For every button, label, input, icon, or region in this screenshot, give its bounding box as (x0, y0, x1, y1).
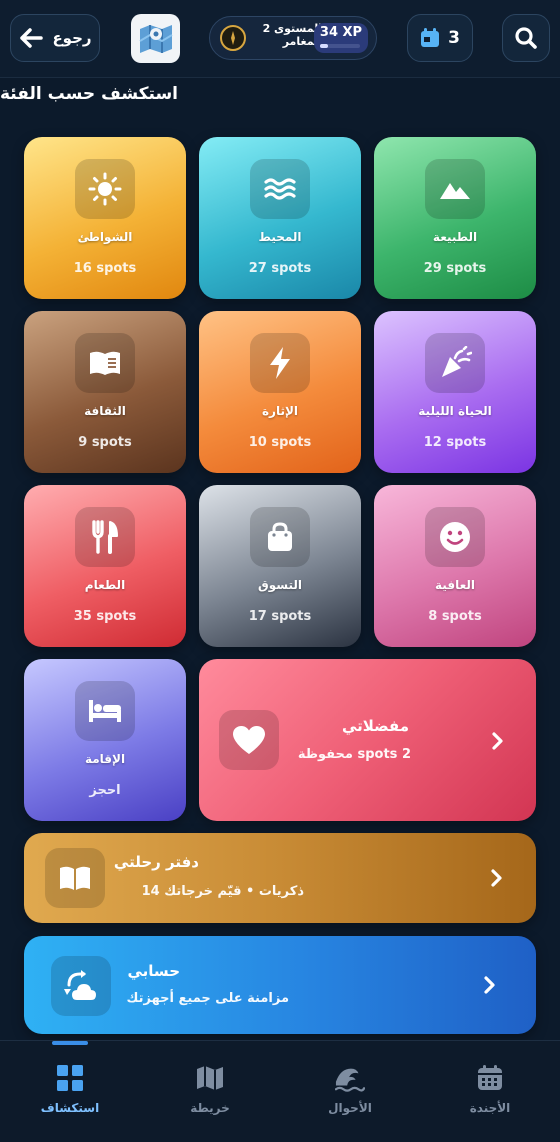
search-button[interactable] (502, 14, 550, 62)
calendar-icon (421, 28, 440, 47)
nav-explore[interactable]: استكشاف (15, 1063, 125, 1115)
xp-progress-bar (320, 44, 360, 48)
nav-label: الأجندة (469, 1101, 511, 1115)
category-count: 12 spots (423, 435, 487, 450)
category-tile-beaches[interactable]: الشواطئ 16 spots (24, 137, 186, 299)
section-title: استكشف حسب الفئة (0, 84, 178, 104)
account-subtitle: مزامنة على جميع أجهزتك (126, 991, 290, 1006)
level-progress-pill[interactable]: المستوى 2 المغامر 34 XP (209, 16, 377, 60)
category-name: الطبيعة (432, 230, 478, 244)
category-name: الطعام (84, 578, 126, 592)
travel-journal-card[interactable]: دفتر رحلتي ذكريات • قيّم خرجاتك 14 (24, 833, 536, 923)
nav-label: خريطة (190, 1101, 230, 1115)
lightning-icon (250, 333, 310, 393)
xp-progress-fill (320, 44, 328, 48)
compass-icon (220, 25, 246, 51)
category-tile-thrill[interactable]: الإثارة 10 spots (199, 311, 361, 473)
bed-icon (75, 681, 135, 741)
category-count: 9 spots (78, 435, 132, 450)
category-count: 8 spots (428, 609, 482, 624)
nav-map[interactable]: خريطة (155, 1063, 265, 1115)
mountain-icon (425, 159, 485, 219)
journal-subtitle: ذكريات • قيّم خرجاتك 14 (141, 884, 304, 899)
chevron-right-icon (492, 732, 503, 750)
open-book-icon (45, 848, 105, 908)
category-name: الإثارة (261, 404, 299, 418)
category-count: 35 spots (73, 609, 137, 624)
category-name: الإقامة (84, 752, 126, 766)
xp-value: 34 XP (319, 25, 363, 40)
active-tab-indicator (52, 1041, 88, 1045)
nav-label: الأحوال (328, 1101, 372, 1115)
arrow-left-icon (20, 28, 44, 48)
map-icon (195, 1063, 225, 1093)
category-tile-nightlife[interactable]: الحياة الليلية 12 spots (374, 311, 536, 473)
favorites-subtitle: 2 spots محفوظة (297, 747, 411, 762)
chevron-right-icon (484, 976, 495, 994)
category-tile-culture[interactable]: الثقافة 9 spots (24, 311, 186, 473)
map-pin-icon (138, 24, 173, 53)
category-count: 17 spots (248, 609, 312, 624)
chevron-right-icon (491, 869, 502, 887)
level-rank: المغامر (282, 35, 322, 48)
sync-cloud-icon (51, 956, 111, 1016)
category-tile-shopping[interactable]: التسوق 17 spots (199, 485, 361, 647)
category-name: العافية (435, 578, 475, 592)
book-icon (75, 333, 135, 393)
party-popper-icon (425, 333, 485, 393)
category-count: 27 spots (248, 261, 312, 276)
category-tile-wellness[interactable]: العافية 8 spots (374, 485, 536, 647)
calendar-button[interactable]: 3 (407, 14, 473, 62)
category-tile-nature[interactable]: الطبيعة 29 spots (374, 137, 536, 299)
xp-box: 34 XP (314, 23, 368, 53)
journal-title: دفتر رحلتي (113, 853, 199, 871)
category-count: 29 spots (423, 261, 487, 276)
category-name: التسوق (258, 578, 302, 592)
nav-conditions[interactable]: الأحوال (295, 1063, 405, 1115)
top-header: رجوع المستوى 2 المغامر 34 XP 3 (0, 0, 560, 78)
app-logo[interactable] (131, 14, 180, 63)
level-number: المستوى 2 (262, 22, 322, 35)
nav-label: استكشاف (40, 1101, 100, 1115)
back-label: رجوع (52, 29, 92, 47)
bottom-navigation: استكشاف خريطة الأحوال الأجندة (0, 1040, 560, 1142)
category-tile-food[interactable]: الطعام 35 spots (24, 485, 186, 647)
back-button[interactable]: رجوع (10, 14, 100, 62)
nav-agenda[interactable]: الأجندة (435, 1063, 545, 1115)
account-card[interactable]: حسابي مزامنة على جميع أجهزتك (24, 936, 536, 1034)
smiley-icon (425, 507, 485, 567)
category-name: الحياة الليلية (418, 404, 492, 418)
category-tile-ocean[interactable]: المحيط 27 spots (199, 137, 361, 299)
waves-icon (250, 159, 310, 219)
grid-icon (55, 1063, 85, 1093)
utensils-icon (75, 507, 135, 567)
category-name: الشواطئ (77, 230, 133, 244)
category-count: 10 spots (248, 435, 312, 450)
category-name: المحيط (258, 230, 302, 244)
heart-icon (219, 710, 279, 770)
favorites-title: مفضلاتي (341, 717, 409, 735)
favorites-card[interactable]: مفضلاتي 2 spots محفوظة (199, 659, 536, 821)
category-name: الثقافة (84, 404, 126, 418)
category-count: 16 spots (73, 261, 137, 276)
calendar-count: 3 (448, 28, 460, 48)
category-tile-accommodation[interactable]: الإقامة احجز (24, 659, 186, 821)
sun-icon (75, 159, 135, 219)
wave-icon (335, 1063, 365, 1093)
account-title: حسابي (127, 962, 180, 980)
calendar-icon (475, 1063, 505, 1093)
shopping-bag-icon (250, 507, 310, 567)
level-label: المستوى 2 المغامر (252, 22, 322, 48)
category-booking-label: احجز (89, 783, 121, 798)
search-icon (515, 27, 537, 49)
